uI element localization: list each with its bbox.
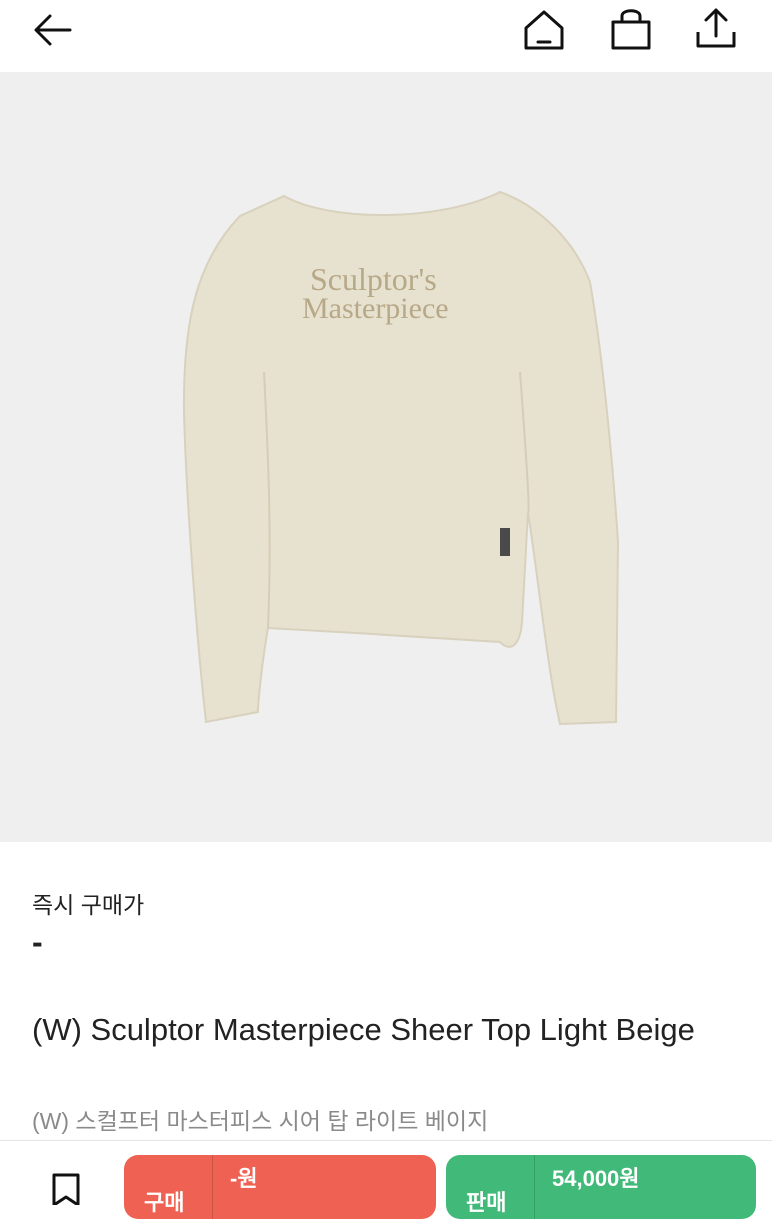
product-subtitle: (W) 스컬프터 마스터피스 시어 탑 라이트 베이지 [32,1108,489,1134]
bottom-action-bar: 구매 -원 판매 54,000원 [0,1140,772,1219]
home-icon[interactable] [518,6,570,54]
instant-price-value: - [32,924,43,960]
product-image[interactable]: Sculptor's Masterpiece [0,72,772,842]
product-info-section: 즉시 구매가 - (W) Sculptor Masterpiece Sheer … [0,842,772,1142]
top-navigation-bar [0,0,772,72]
buy-price: -원 [230,1166,258,1191]
buy-label: 구매 [144,1190,185,1215]
sell-button[interactable]: 판매 54,000원 [446,1155,756,1219]
buy-divider [212,1155,213,1219]
share-icon[interactable] [690,4,742,54]
shopping-bag-icon[interactable] [606,6,656,54]
sell-label: 판매 [466,1190,507,1215]
instant-price-label: 즉시 구매가 [32,892,145,918]
garment-print-line2: Masterpiece [302,292,449,325]
sell-divider [534,1155,535,1219]
sell-price: 54,000원 [552,1166,640,1191]
back-arrow-icon[interactable] [28,8,78,52]
sheer-top-illustration: Sculptor's Masterpiece [182,190,620,726]
product-title: (W) Sculptor Masterpiece Sheer Top Light… [32,1012,695,1047]
buy-button[interactable]: 구매 -원 [124,1155,436,1219]
